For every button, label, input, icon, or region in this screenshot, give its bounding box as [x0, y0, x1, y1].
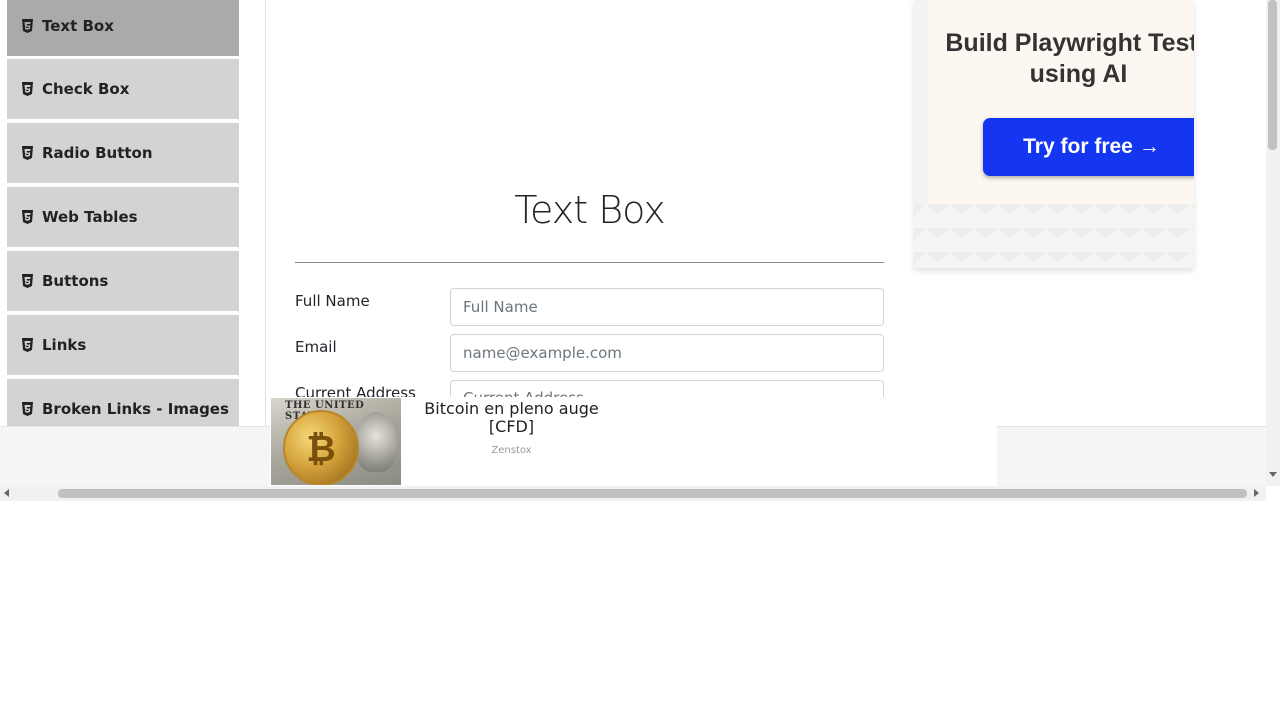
sidebar-item-label: Buttons — [42, 272, 109, 290]
horizontal-scrollbar[interactable] — [0, 486, 1266, 501]
html5-icon — [22, 146, 33, 160]
email-label: Email — [295, 338, 337, 356]
sidebar-item-web-tables[interactable]: Web Tables — [7, 187, 239, 249]
vertical-scrollbar[interactable] — [1266, 0, 1280, 486]
try-for-free-button[interactable]: Try for free → — [983, 118, 1194, 176]
full-name-label: Full Name — [295, 292, 370, 310]
sidebar-item-radio-button[interactable]: Radio Button — [7, 123, 239, 185]
ad-card: Build Playwright Tests using AI Try for … — [928, 0, 1194, 204]
sidebar-item-label: Links — [42, 336, 87, 354]
arrow-right-icon: → — [1138, 135, 1160, 158]
sidebar-item-label: Check Box — [42, 80, 130, 98]
html5-icon — [22, 19, 33, 33]
scroll-right-arrow-icon[interactable] — [1254, 489, 1259, 497]
bitcoin-dollar-image: THE UNITED STATES ₿ — [271, 398, 401, 485]
sidebar-item-broken-links-images[interactable]: Broken Links - Images — [7, 379, 239, 426]
sidebar-item-label: Broken Links - Images — [42, 400, 229, 418]
html5-icon — [22, 402, 33, 416]
title-divider — [295, 262, 884, 263]
bitcoin-coin-icon: ₿ — [283, 410, 359, 485]
html5-icon — [22, 210, 33, 224]
portrait-graphic — [355, 412, 397, 472]
sidebar-item-text-box[interactable]: Text Box — [7, 0, 239, 58]
ad-background-pattern — [914, 204, 1194, 268]
bottom-advertisement[interactable]: THE UNITED STATES ₿ Bitcoin en pleno aug… — [270, 397, 997, 486]
sidebar-item-check-box[interactable]: Check Box — [7, 59, 239, 121]
html5-icon — [22, 82, 33, 96]
full-name-input[interactable] — [450, 288, 884, 326]
page-viewport: Text Box Check Box Radio Button Web Tabl… — [0, 0, 1266, 426]
vertical-scrollbar-thumb[interactable] — [1268, 0, 1277, 150]
html5-icon — [22, 338, 33, 352]
horizontal-scrollbar-thumb[interactable] — [58, 489, 1247, 498]
advertisement-banner[interactable]: Build Playwright Tests using AI Try for … — [914, 0, 1194, 268]
ad-headline: Build Playwright Tests using AI — [945, 29, 1194, 88]
sidebar-menu: Text Box Check Box Radio Button Web Tabl… — [0, 0, 266, 426]
sidebar-item-label: Text Box — [42, 17, 114, 35]
main-content: Text Box Full Name Email Current Address — [265, 0, 915, 426]
html5-icon — [22, 274, 33, 288]
sidebar-item-label: Radio Button — [42, 144, 153, 162]
email-input[interactable] — [450, 334, 884, 372]
page-title: Text Box — [514, 188, 665, 232]
bottom-ad-text[interactable]: Bitcoin en pleno auge [CFD] — [415, 400, 608, 436]
sidebar-item-buttons[interactable]: Buttons — [7, 251, 239, 313]
bottom-ad-source: Zenstox — [491, 445, 532, 456]
scroll-left-arrow-icon[interactable] — [4, 489, 9, 497]
cta-label: Try for free — [1023, 135, 1133, 158]
scroll-down-arrow-icon[interactable] — [1269, 472, 1277, 477]
sidebar-item-label: Web Tables — [42, 208, 138, 226]
sidebar-item-links[interactable]: Links — [7, 315, 239, 377]
